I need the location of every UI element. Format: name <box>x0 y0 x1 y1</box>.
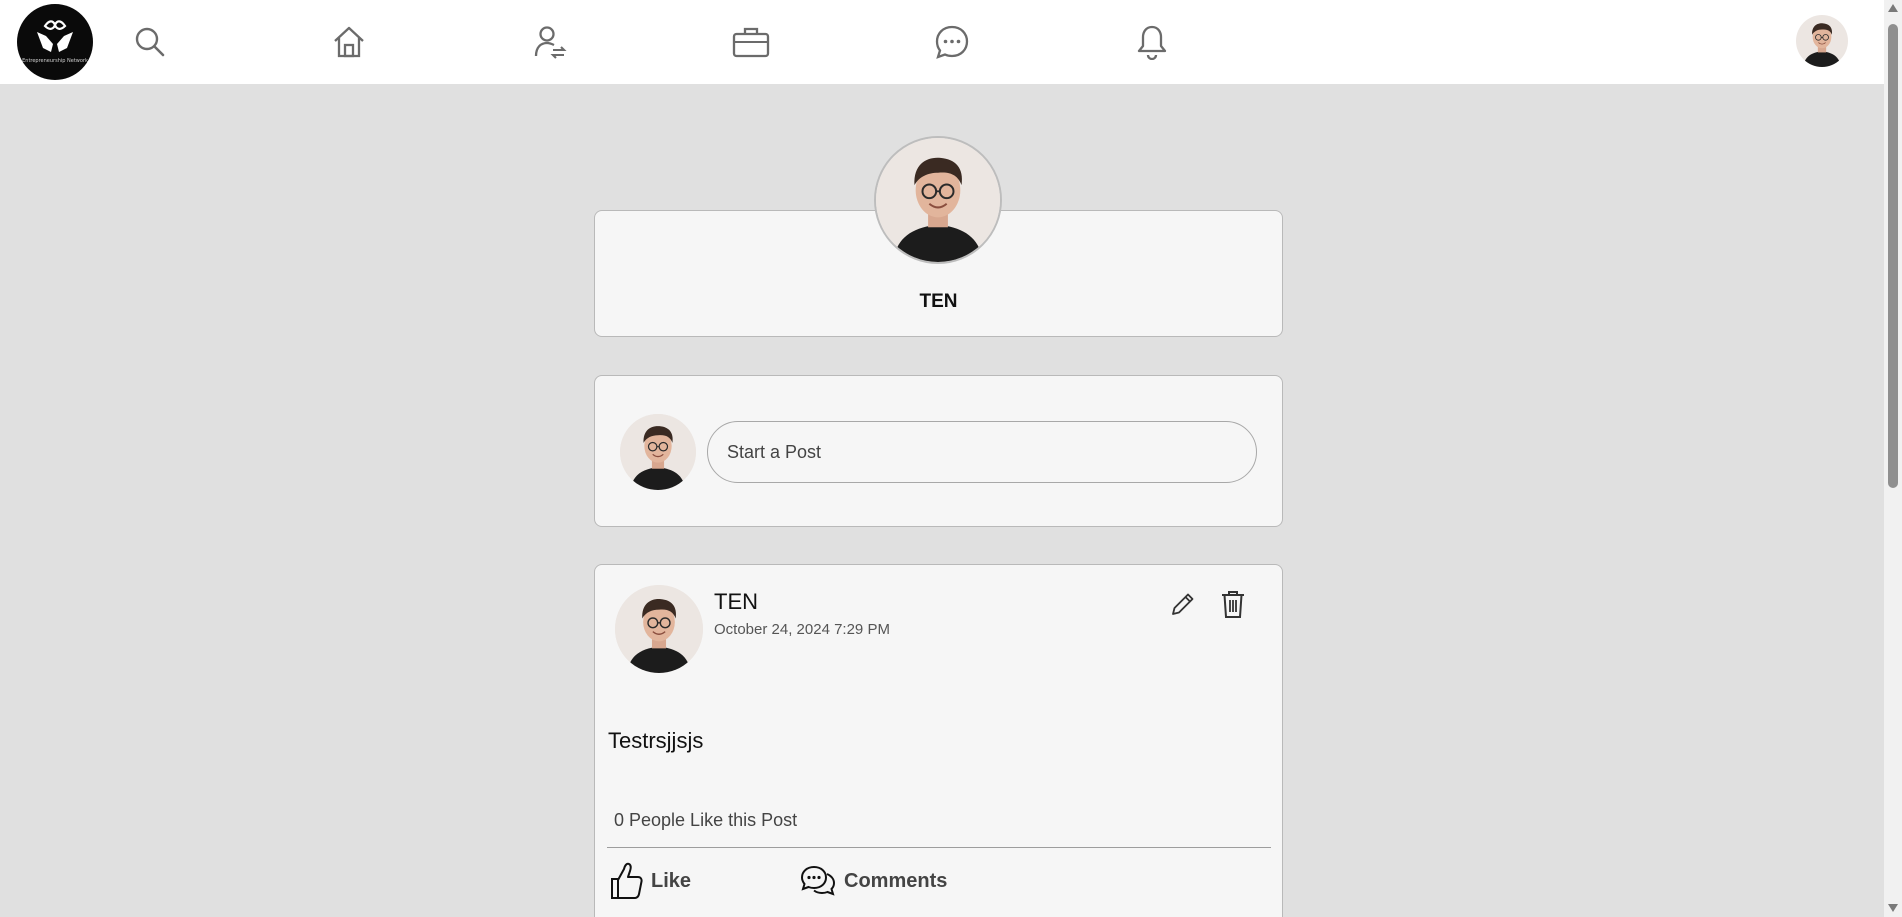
brand-logo-text: Entrepreneurship Network <box>22 58 88 64</box>
post-author-avatar[interactable] <box>615 585 703 673</box>
profile-avatar-menu[interactable] <box>1796 15 1848 67</box>
start-post-input[interactable]: Start a Post <box>707 421 1257 483</box>
post-card: TEN October 24, 2024 7:29 PM Testrsjjsjs… <box>594 564 1283 917</box>
pencil-icon <box>1172 593 1194 615</box>
hands-infinity-logo-icon <box>37 20 73 52</box>
search-icon[interactable] <box>128 20 172 64</box>
delete-post-button[interactable] <box>1216 587 1250 621</box>
scroll-down-arrow-icon[interactable] <box>1888 904 1898 912</box>
jobs-icon[interactable] <box>729 20 773 64</box>
comments-icon <box>800 865 836 896</box>
profile-avatar[interactable] <box>874 136 1002 264</box>
profile-name: TEN <box>919 291 958 312</box>
page-scrollbar[interactable] <box>1884 0 1902 917</box>
brand-logo[interactable]: Entrepreneurship Network <box>17 4 93 80</box>
scrollbar-thumb[interactable] <box>1888 24 1898 488</box>
post-author-name[interactable]: TEN <box>714 589 758 615</box>
scroll-up-arrow-icon[interactable] <box>1888 4 1898 12</box>
post-like-count[interactable]: 0 People Like this Post <box>614 810 797 831</box>
notifications-icon[interactable] <box>1130 20 1174 64</box>
compose-avatar <box>620 414 696 490</box>
top-navigation-bar: Entrepreneurship Network <box>0 0 1884 84</box>
thumbs-up-icon <box>611 862 643 899</box>
home-icon[interactable] <box>327 20 371 64</box>
network-icon[interactable] <box>528 20 572 64</box>
comments-button[interactable]: Comments <box>800 860 947 902</box>
post-body-text: Testrsjjsjs <box>608 728 704 753</box>
edit-post-button[interactable] <box>1166 587 1200 621</box>
like-button[interactable]: Like <box>609 860 691 902</box>
create-post-card: Start a Post <box>594 375 1283 527</box>
post-timestamp: October 24, 2024 7:29 PM <box>714 621 890 638</box>
comments-label: Comments <box>844 869 948 892</box>
trash-icon <box>1222 591 1244 618</box>
post-divider <box>607 847 1271 848</box>
like-label: Like <box>651 869 692 892</box>
messages-icon[interactable] <box>930 20 974 64</box>
